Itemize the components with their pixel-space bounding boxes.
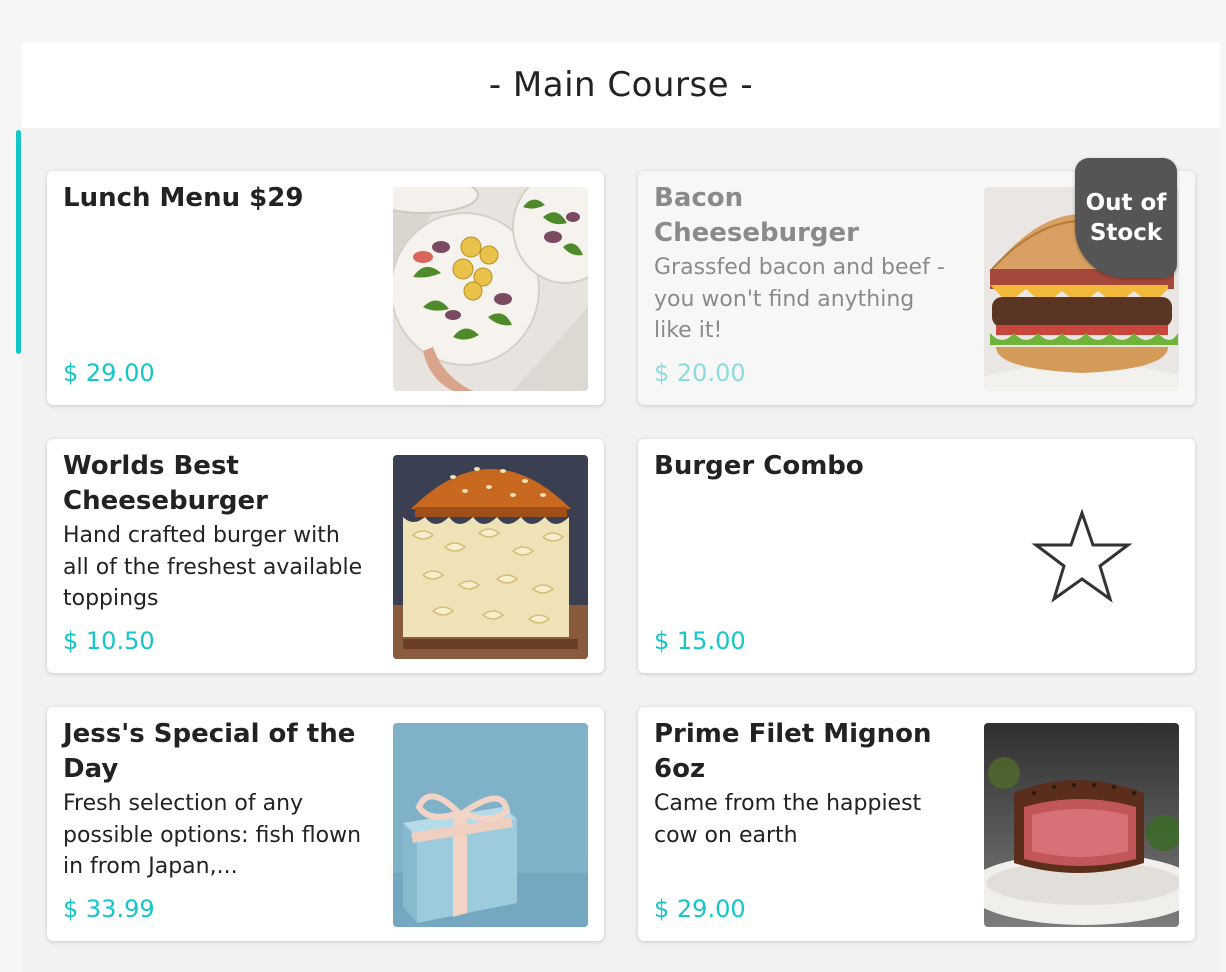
out-of-stock-badge: Out of Stock xyxy=(1067,158,1177,278)
menu-item-name: Worlds Best Cheeseburger xyxy=(63,451,268,516)
section-title: - Main Course - xyxy=(488,65,754,105)
section-header: - Main Course - xyxy=(22,42,1220,128)
menu-item-description: Came from the happiest cow on earth xyxy=(654,791,922,848)
menu-item-card[interactable]: Jess's Special of the Day Fresh selectio… xyxy=(47,707,604,941)
menu-item-description: Grassfed bacon and beef - you won't find… xyxy=(654,255,945,343)
menu-item-price: $ 29.00 xyxy=(654,895,746,923)
menu-item-price: $ 15.00 xyxy=(654,627,746,655)
menu-item-card[interactable]: Prime Filet Mignon 6oz Came from the hap… xyxy=(638,707,1195,941)
menu-item-description: Hand crafted burger with all of the fres… xyxy=(63,523,363,611)
menu-item-name: Prime Filet Mignon 6oz xyxy=(654,719,932,784)
star-icon xyxy=(984,455,1179,659)
filet-mignon-photo xyxy=(984,723,1179,927)
gift-box-photo xyxy=(393,723,588,927)
salad-plates-photo xyxy=(393,187,588,391)
scroll-indicator[interactable] xyxy=(16,130,21,354)
menu-item-name: Lunch Menu $29 xyxy=(63,183,304,213)
menu-item-price: $ 20.00 xyxy=(654,359,746,387)
menu-item-price: $ 10.50 xyxy=(63,627,155,655)
menu-item-card[interactable]: Bacon Cheeseburger Grassfed bacon and be… xyxy=(638,158,1195,405)
mac-cheese-burger-photo xyxy=(393,455,588,659)
menu-page: - Main Course - Lunch Menu $29 $ 29.00 B… xyxy=(0,0,1226,972)
menu-item-card[interactable]: Burger Combo $ 15.00 xyxy=(638,439,1195,673)
menu-item-name: Jess's Special of the Day xyxy=(63,719,356,784)
menu-item-description: Fresh selection of any possible options:… xyxy=(63,791,362,879)
menu-item-price: $ 33.99 xyxy=(63,895,155,923)
menu-item-name: Bacon Cheeseburger xyxy=(654,183,859,248)
menu-item-card[interactable]: Lunch Menu $29 $ 29.00 xyxy=(47,171,604,405)
menu-item-card[interactable]: Worlds Best Cheeseburger Hand crafted bu… xyxy=(47,439,604,673)
out-of-stock-label: Out of Stock xyxy=(1085,190,1167,246)
menu-item-price: $ 29.00 xyxy=(63,359,155,387)
menu-item-name: Burger Combo xyxy=(654,451,864,481)
